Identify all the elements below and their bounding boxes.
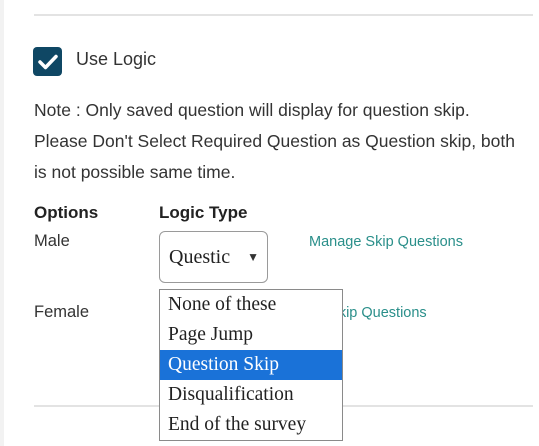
dropdown-option-none-of-these[interactable]: None of these bbox=[160, 290, 342, 320]
logic-type-dropdown-list[interactable]: None of these Page Jump Question Skip Di… bbox=[159, 289, 343, 441]
logic-type-select-value: Questic bbox=[169, 246, 231, 268]
dropdown-option-page-jump[interactable]: Page Jump bbox=[160, 320, 342, 350]
dropdown-arrow-icon: ▼ bbox=[247, 250, 259, 264]
use-logic-label[interactable]: Use Logic bbox=[76, 49, 156, 70]
dropdown-option-disqualification[interactable]: Disqualification bbox=[160, 380, 342, 410]
panel-left-border bbox=[0, 0, 4, 446]
manage-skip-questions-link-male[interactable]: Manage Skip Questions bbox=[309, 234, 463, 250]
dropdown-option-end-of-survey[interactable]: End of the survey bbox=[160, 410, 342, 440]
note-text: Note : Only saved question will display … bbox=[34, 100, 515, 182]
option-label-male: Male bbox=[34, 232, 70, 250]
logic-type-select[interactable]: Questic ▼ bbox=[159, 231, 268, 283]
use-logic-checkbox[interactable] bbox=[33, 47, 62, 76]
top-divider bbox=[34, 14, 533, 16]
checkmark-icon bbox=[37, 54, 58, 69]
logic-type-column-header: Logic Type bbox=[159, 203, 248, 222]
option-label-female: Female bbox=[34, 303, 90, 321]
options-column-header: Options bbox=[34, 203, 99, 222]
dropdown-option-question-skip[interactable]: Question Skip bbox=[160, 350, 342, 380]
